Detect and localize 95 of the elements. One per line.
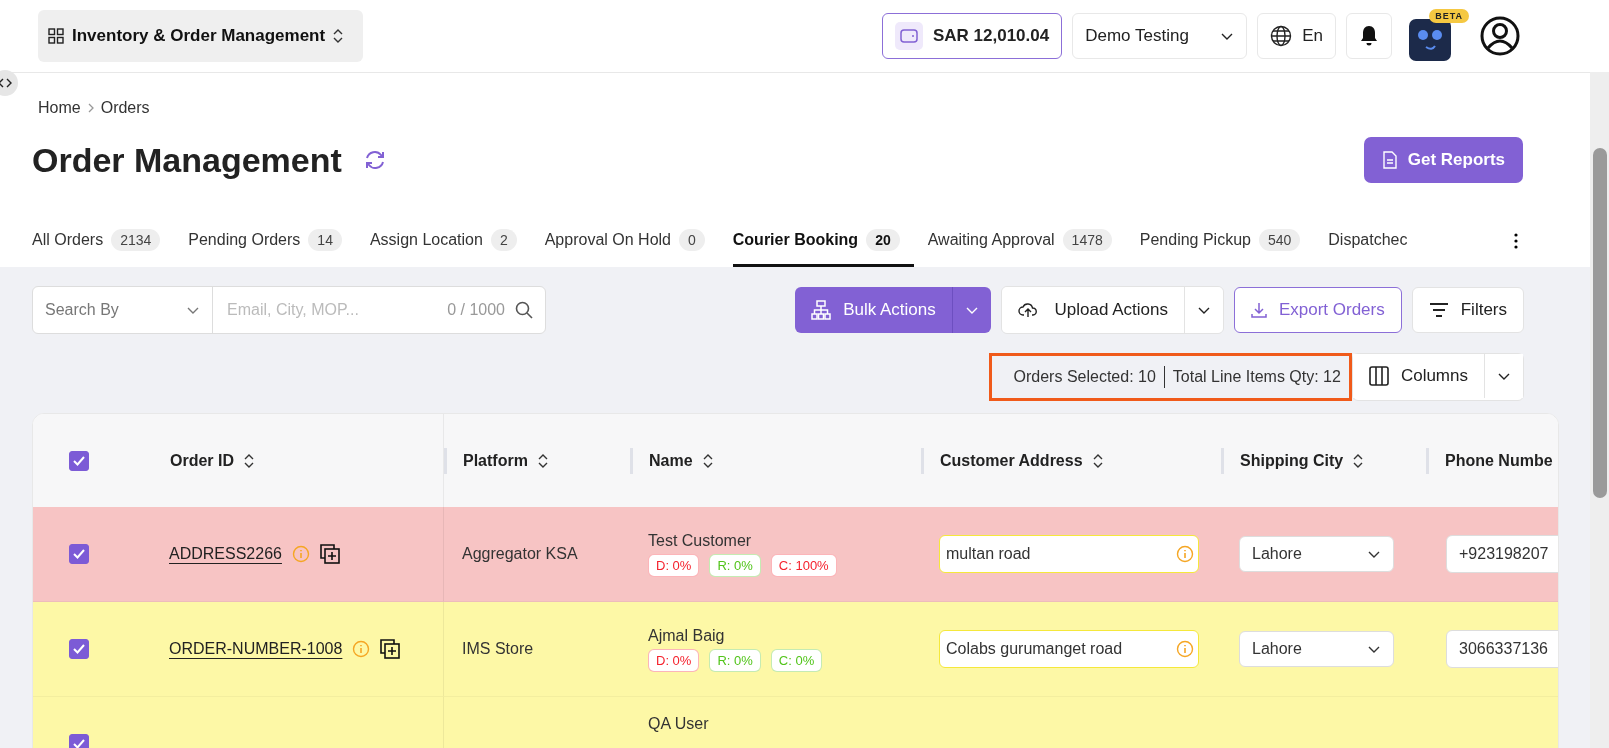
- chevron-right-icon: [86, 102, 95, 114]
- tab[interactable]: Pending Pickup 540: [1139, 215, 1315, 267]
- assistant-button[interactable]: BETA: [1408, 8, 1470, 64]
- percentage-tag: D: 0%: [648, 553, 700, 577]
- count-badge: 0: [679, 228, 705, 251]
- columns-icon: [1368, 366, 1389, 386]
- search-icon[interactable]: [515, 301, 533, 319]
- globe-icon: [1270, 25, 1293, 47]
- column-header: Customer Address: [940, 451, 1083, 470]
- order-id-link[interactable]: ORDER-NUMBER-1008: [169, 640, 343, 658]
- tab[interactable]: Awaiting Approval 1478: [927, 215, 1126, 267]
- table-row[interactable]: QA User: [33, 697, 1558, 748]
- get-reports-button[interactable]: Get Reports: [1363, 137, 1523, 183]
- sort-icon[interactable]: [333, 29, 344, 43]
- scrollbar-thumb[interactable]: [1593, 148, 1607, 498]
- percentage-tag: D: 0%: [648, 648, 700, 672]
- app-switcher[interactable]: Inventory & Order Management: [38, 10, 363, 62]
- table-row[interactable]: ADDRESS2266 Aggregator KSA Test Customer D: 0% R: 0% C: 100% multan road Lahore +923198207: [33, 507, 1558, 602]
- sort-icon[interactable]: [1353, 453, 1364, 468]
- count-badge: 20: [866, 228, 900, 251]
- bulk-actions-button[interactable]: Bulk Actions: [795, 287, 952, 333]
- percentage-tag: C: 0%: [770, 648, 823, 672]
- tab[interactable]: Assign Location 2: [369, 215, 531, 267]
- customer-name: Ajmal Baig: [648, 626, 725, 645]
- breadcrumb-current: Orders: [100, 99, 150, 117]
- character-counter: 0 / 1000: [447, 301, 505, 319]
- table-cell: IMS Store: [462, 640, 534, 658]
- bulk-actions-dropdown[interactable]: [951, 287, 991, 333]
- checkmark-icon: [72, 737, 86, 748]
- column-header: Shipping City: [1240, 451, 1344, 470]
- phone-field[interactable]: +923198207: [1446, 535, 1558, 573]
- hierarchy-icon: [811, 300, 832, 320]
- language-select[interactable]: En: [1257, 13, 1336, 59]
- code-arrows-icon: [0, 78, 12, 88]
- bell-icon: [1359, 25, 1379, 47]
- tab[interactable]: All Orders 2134: [32, 215, 175, 267]
- sort-icon[interactable]: [537, 453, 548, 468]
- table-row[interactable]: ORDER-NUMBER-1008 IMS Store Ajmal Baig D: 0% R: 0% C: 0% Colabs gurumanget road Lahore 3066337136: [33, 602, 1558, 697]
- filter-icon: [1428, 303, 1449, 317]
- column-header: Order ID: [170, 451, 234, 470]
- breadcrumb-link[interactable]: Home: [38, 99, 81, 117]
- count-badge: 1478: [1062, 228, 1112, 251]
- customer-name: Test Customer: [648, 531, 752, 550]
- tab[interactable]: Pending Orders 14: [188, 215, 356, 267]
- wallet-balance[interactable]: SAR 12,010.04: [881, 13, 1063, 59]
- line-items-quantity: Total Line Items Qty: 12: [1172, 368, 1341, 386]
- order-id-link[interactable]: ADDRESS2266: [169, 545, 282, 563]
- beta-badge: BETA: [1429, 9, 1469, 23]
- percentage-tag: R: 0%: [709, 553, 761, 577]
- tab[interactable]: Dispatchec: [1328, 215, 1422, 267]
- download-icon: [1250, 302, 1267, 318]
- search-by-select[interactable]: Search By: [33, 287, 213, 333]
- column-header: Platform: [463, 451, 528, 470]
- count-badge: 2134: [111, 228, 161, 251]
- more-vertical-icon[interactable]: [1514, 233, 1518, 249]
- select-all-checkbox[interactable]: [69, 450, 89, 471]
- export-orders-button[interactable]: Export Orders: [1233, 287, 1402, 333]
- wallet-icon: [894, 22, 923, 50]
- address-field[interactable]: multan road: [939, 535, 1199, 573]
- cloud-upload-icon: [1017, 302, 1038, 318]
- count-badge: 2: [490, 228, 517, 251]
- city-select[interactable]: Lahore: [1239, 536, 1394, 572]
- tab[interactable]: Approval On Hold 0: [544, 215, 719, 267]
- address-field[interactable]: Colabs gurumanget road: [939, 630, 1199, 668]
- column-header: Phone Numbe: [1445, 451, 1553, 470]
- user-avatar-icon[interactable]: [1480, 16, 1520, 56]
- table-cell: Aggregator KSA: [462, 545, 578, 563]
- copy-plus-icon[interactable]: [319, 544, 340, 564]
- page-title: Order Management: [32, 140, 342, 180]
- city-select[interactable]: Lahore: [1239, 631, 1394, 667]
- sort-icon[interactable]: [244, 453, 254, 468]
- percentage-tag: R: 0%: [709, 648, 761, 672]
- workspace-select[interactable]: Demo Testing: [1072, 13, 1248, 59]
- filters-button[interactable]: Filters: [1411, 287, 1524, 333]
- checkmark-icon: [72, 642, 86, 656]
- customer-name: QA User: [648, 715, 709, 733]
- row-checkbox[interactable]: [69, 544, 89, 564]
- sort-icon[interactable]: [1092, 453, 1103, 468]
- orders-selected-count: Orders Selected: 10: [1013, 368, 1156, 386]
- document-icon: [1381, 151, 1398, 169]
- row-checkbox[interactable]: [69, 734, 89, 748]
- robot-icon: [1408, 18, 1452, 62]
- percentage-tag: C: 100%: [770, 553, 837, 577]
- row-checkbox[interactable]: [69, 639, 89, 659]
- count-badge: 14: [308, 228, 342, 251]
- sort-icon[interactable]: [702, 453, 713, 468]
- upload-actions-button[interactable]: Upload Actions: [1001, 287, 1184, 333]
- column-header: Name: [649, 451, 693, 470]
- copy-plus-icon[interactable]: [380, 639, 401, 659]
- count-badge: 540: [1258, 228, 1301, 251]
- checkmark-icon: [72, 547, 86, 561]
- phone-field[interactable]: 3066337136: [1446, 630, 1558, 668]
- refresh-icon[interactable]: [363, 149, 386, 171]
- notifications-button[interactable]: [1346, 13, 1392, 59]
- grid-icon: [48, 28, 64, 44]
